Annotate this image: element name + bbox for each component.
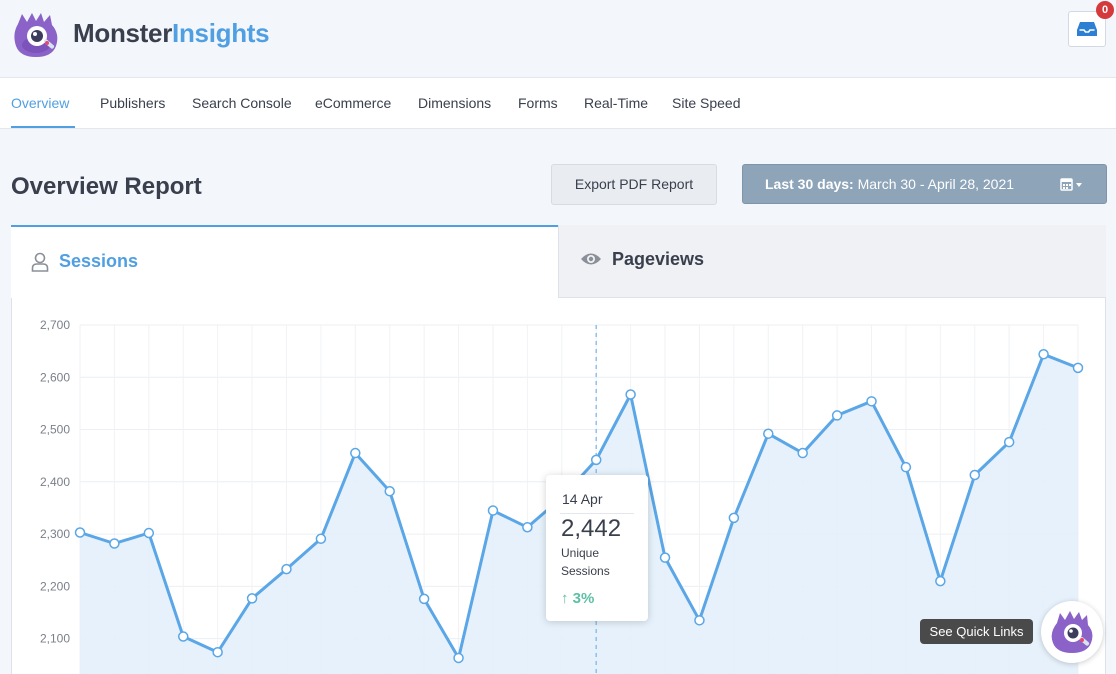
tooltip-change-value: 3% bbox=[572, 590, 595, 607]
data-point bbox=[177, 631, 189, 642]
data-point bbox=[694, 615, 705, 626]
quick-links-tooltip: See Quick Links bbox=[920, 619, 1033, 644]
data-point bbox=[590, 454, 602, 466]
data-point bbox=[900, 461, 912, 473]
tooltip-divider bbox=[560, 513, 634, 514]
data-point bbox=[384, 485, 395, 497]
data-point bbox=[487, 505, 499, 516]
data-point bbox=[1003, 436, 1015, 448]
data-point bbox=[246, 593, 258, 604]
data-point bbox=[522, 522, 533, 533]
data-point bbox=[315, 533, 327, 545]
y-tick-label: 2,300 bbox=[40, 527, 70, 541]
data-point bbox=[281, 563, 292, 575]
data-point bbox=[143, 527, 155, 539]
monster-mascot-icon bbox=[1051, 611, 1093, 653]
data-point bbox=[109, 538, 120, 549]
arrow-up-icon: ↑ bbox=[561, 590, 569, 607]
tooltip-date: 14 Apr bbox=[562, 491, 603, 507]
data-point bbox=[797, 447, 808, 459]
y-tick-label: 2,200 bbox=[40, 579, 70, 593]
tooltip-value: 2,442 bbox=[561, 515, 622, 542]
tooltip-label: Unique Sessions bbox=[561, 546, 610, 578]
data-point bbox=[728, 512, 740, 524]
data-point bbox=[625, 389, 636, 400]
data-point bbox=[212, 646, 223, 658]
y-tick-label: 2,400 bbox=[40, 475, 70, 489]
data-point bbox=[453, 652, 464, 664]
data-point bbox=[831, 410, 843, 421]
tooltip-change: ↑ 3% bbox=[561, 590, 594, 607]
y-tick-label: 2,100 bbox=[40, 632, 70, 646]
data-point bbox=[350, 447, 361, 459]
data-point bbox=[659, 552, 671, 563]
y-tick-label: 2,600 bbox=[40, 370, 70, 384]
data-point bbox=[935, 575, 946, 587]
data-point bbox=[1038, 349, 1049, 360]
data-point bbox=[418, 593, 430, 605]
data-point bbox=[74, 527, 86, 538]
chart-tooltip: 14 Apr 2,442 Unique Sessions ↑ 3% bbox=[546, 475, 648, 621]
quick-links-button[interactable] bbox=[1041, 601, 1103, 663]
y-tick-label: 2,700 bbox=[40, 318, 70, 332]
data-point bbox=[1072, 362, 1084, 374]
data-point bbox=[969, 469, 981, 481]
y-tick-label: 2,500 bbox=[40, 423, 70, 437]
data-point bbox=[763, 428, 774, 439]
data-point bbox=[866, 396, 877, 407]
